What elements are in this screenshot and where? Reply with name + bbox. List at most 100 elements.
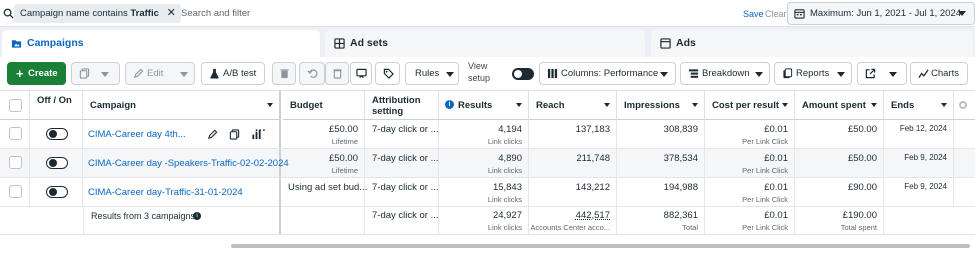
export-button[interactable] bbox=[857, 62, 907, 85]
header-attribution[interactable]: Attribution setting bbox=[365, 91, 439, 120]
header-impressions[interactable]: Impressions bbox=[617, 91, 705, 120]
campaign-name-link[interactable]: CIMA-Career day -Speakers-Traffic-02-02-… bbox=[88, 158, 289, 169]
discard-button[interactable] bbox=[325, 62, 349, 85]
budget-value: Using ad set bud... bbox=[288, 182, 368, 193]
charts-button[interactable]: Charts bbox=[910, 62, 968, 85]
header-reach[interactable]: Reach bbox=[529, 91, 617, 120]
row-checkbox[interactable] bbox=[9, 185, 22, 198]
breakdown-button[interactable]: Breakdown bbox=[680, 62, 770, 85]
columns-button[interactable]: Columns: Performance bbox=[539, 62, 676, 85]
create-button[interactable]: + Create bbox=[7, 62, 66, 85]
horizontal-scrollbar[interactable] bbox=[231, 244, 970, 248]
toolbar: + Create Edit A/B test Rules View setup … bbox=[0, 57, 975, 90]
attribution-cell: 7-day click or ... bbox=[365, 120, 439, 148]
columns-label: Columns: Performance bbox=[561, 68, 659, 79]
trash-icon bbox=[333, 69, 342, 79]
header-campaign-label: Campaign bbox=[90, 100, 136, 111]
info-icon[interactable]: i bbox=[445, 100, 454, 109]
campaign-toggle[interactable] bbox=[46, 186, 68, 198]
cpr-cell: £0.01 Per Link Click bbox=[705, 149, 795, 177]
header-ends[interactable]: Ends bbox=[884, 91, 954, 120]
close-icon[interactable]: ✕ bbox=[167, 4, 176, 23]
edit-button[interactable]: Edit bbox=[125, 62, 195, 85]
summary-cpr-type: Per Link Click bbox=[742, 223, 788, 232]
campaign-toggle[interactable] bbox=[46, 128, 68, 140]
save-filter-link[interactable]: Save bbox=[743, 9, 764, 19]
header-campaign[interactable]: Campaign bbox=[83, 91, 281, 120]
reports-button[interactable]: Reports bbox=[774, 62, 852, 85]
rules-button[interactable]: Rules bbox=[405, 62, 459, 85]
chevron-down-icon bbox=[101, 72, 109, 77]
campaign-toggle[interactable] bbox=[46, 157, 68, 169]
level-tabs: Campaigns Ad sets Ads bbox=[0, 27, 975, 57]
duplicate-icon[interactable] bbox=[229, 129, 240, 140]
view-setup-label: View setup bbox=[468, 61, 491, 83]
results-cell: 4,194 Link clicks bbox=[439, 120, 529, 148]
campaign-name-link[interactable]: CIMA-Career day 4th... bbox=[88, 129, 186, 140]
impressions-cell: 194,988 bbox=[617, 178, 705, 206]
table-row[interactable]: CIMA-Career day-Traffic-31-01-2024 Using… bbox=[0, 178, 975, 207]
impressions-value: 194,988 bbox=[663, 182, 698, 193]
table-row[interactable]: CIMA-Career day -Speakers-Traffic-02-02-… bbox=[0, 149, 975, 178]
view-setup-toggle[interactable] bbox=[512, 68, 534, 80]
header-off-on-label: Off / On bbox=[37, 95, 72, 106]
tab-campaigns[interactable]: Campaigns bbox=[2, 30, 320, 57]
row-toggle-cell bbox=[30, 178, 83, 206]
row-select-cell bbox=[0, 149, 30, 177]
header-cost-per-result[interactable]: Cost per result bbox=[705, 91, 795, 120]
clear-filter-link[interactable]: Clear bbox=[765, 9, 787, 19]
campaign-cell: CIMA-Career day -Speakers-Traffic-02-02-… bbox=[83, 149, 289, 177]
reports-icon bbox=[783, 68, 793, 79]
date-range-label: Maximum: Jun 1, 2021 - Jul 1, 2024 bbox=[810, 8, 962, 19]
reach-value: 143,212 bbox=[575, 182, 610, 193]
row-checkbox[interactable] bbox=[9, 127, 22, 140]
preview-button[interactable] bbox=[350, 62, 372, 85]
header-results[interactable]: i Results bbox=[439, 91, 529, 120]
duplicate-button[interactable] bbox=[71, 62, 120, 85]
filter-chip-prefix: Campaign name contains bbox=[20, 8, 128, 19]
tab-ads[interactable]: Ads bbox=[651, 30, 973, 57]
summary-reach[interactable]: 442,517 bbox=[576, 210, 610, 221]
cpr-type: Per Link Click bbox=[742, 195, 788, 204]
date-range-picker[interactable]: Maximum: Jun 1, 2021 - Jul 1, 2024 bbox=[787, 2, 975, 25]
header-attribution-label: Attribution setting bbox=[372, 95, 421, 117]
pencil-icon[interactable] bbox=[207, 129, 218, 140]
campaign-cell: CIMA-Career day-Traffic-31-01-2024 bbox=[83, 178, 281, 206]
spent-value: £50.00 bbox=[847, 153, 877, 164]
delete-button[interactable] bbox=[272, 62, 296, 85]
sort-caret-icon bbox=[604, 103, 610, 107]
header-settings[interactable] bbox=[954, 91, 975, 120]
summary-impressions-type: Total bbox=[682, 223, 698, 232]
reach-value: 137,183 bbox=[575, 124, 610, 135]
search-input[interactable]: Search and filter bbox=[181, 8, 250, 19]
header-off-on[interactable]: Off / On bbox=[30, 91, 83, 120]
summary-cpr-cell: £0.01 Per Link Click bbox=[705, 206, 795, 234]
summary-reach-cell: 442,517 Accounts Center acco... bbox=[529, 206, 617, 234]
more-icon[interactable]: ··· bbox=[255, 125, 266, 137]
tab-ad-sets[interactable]: Ad sets bbox=[325, 30, 645, 57]
table-row[interactable]: CIMA-Career day 4th... ··· £50.00 Lifeti… bbox=[0, 120, 975, 149]
pencil-icon bbox=[133, 68, 144, 79]
filter-chip[interactable]: Campaign name contains Traffic ✕ bbox=[14, 4, 181, 23]
select-all-checkbox[interactable] bbox=[9, 99, 22, 112]
info-icon[interactable]: i bbox=[193, 212, 201, 220]
header-reach-label: Reach bbox=[536, 100, 565, 111]
tag-button[interactable] bbox=[375, 62, 400, 85]
row-toggle-cell bbox=[30, 120, 83, 148]
breakdown-label: Breakdown bbox=[702, 68, 750, 79]
header-budget[interactable]: Budget bbox=[283, 91, 365, 120]
rules-label: Rules bbox=[415, 68, 440, 79]
cpr-cell: £0.01 Per Link Click bbox=[705, 120, 795, 148]
summary-cpr: £0.01 bbox=[764, 210, 788, 221]
undo-button[interactable] bbox=[299, 62, 325, 85]
attribution-value: 7-day click or ... bbox=[372, 182, 439, 193]
row-checkbox[interactable] bbox=[9, 156, 22, 169]
header-amount-spent[interactable]: Amount spent bbox=[795, 91, 884, 120]
impressions-cell: 378,534 bbox=[617, 149, 705, 177]
undo-icon bbox=[307, 69, 318, 78]
budget-value: £50.00 bbox=[328, 153, 358, 164]
ab-test-button[interactable]: A/B test bbox=[201, 62, 265, 85]
summary-budget-cell bbox=[283, 206, 365, 234]
chevron-down-icon bbox=[180, 72, 188, 77]
campaign-name-link[interactable]: CIMA-Career day-Traffic-31-01-2024 bbox=[88, 187, 243, 198]
